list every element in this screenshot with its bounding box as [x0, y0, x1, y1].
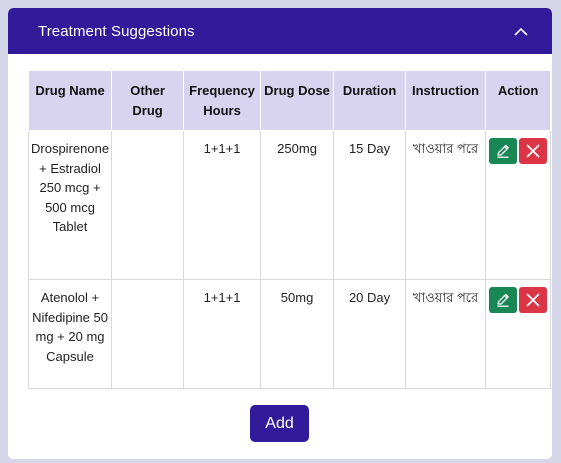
other-drug-cell	[111, 279, 185, 389]
add-button[interactable]: Add	[250, 405, 309, 442]
panel-title: Treatment Suggestions	[38, 22, 195, 40]
table-header-row: Drug Name Other Drug Frequency Hours Dru…	[27, 70, 552, 131]
duration-cell: 20 Day	[333, 279, 407, 389]
delete-button[interactable]	[519, 287, 548, 313]
header-duration: Duration	[333, 70, 407, 131]
dose-cell: 250mg	[260, 130, 335, 280]
instruction-cell: খাওয়ার পরে	[405, 130, 487, 280]
panel-header[interactable]: Treatment Suggestions	[8, 8, 552, 54]
delete-button[interactable]	[519, 138, 548, 164]
header-instruction: Instruction	[405, 70, 487, 131]
instruction-cell: খাওয়ার পরে	[405, 279, 487, 389]
drug-name-cell: Drospirenone + Estradiol 250 mcg + 500 m…	[27, 130, 113, 280]
edit-button[interactable]	[489, 138, 518, 164]
other-drug-cell	[111, 130, 185, 280]
edit-icon	[497, 144, 509, 158]
header-drug-name: Drug Name	[27, 70, 113, 131]
edit-icon	[497, 293, 509, 307]
header-frequency-hours: Frequency Hours	[183, 70, 262, 131]
chevron-up-icon[interactable]	[512, 22, 530, 40]
treatment-table: Drug Name Other Drug Frequency Hours Dru…	[27, 70, 552, 389]
frequency-cell: 1+1+1	[183, 279, 262, 389]
header-other-drug: Other Drug	[111, 70, 185, 131]
table-row: Drospirenone + Estradiol 250 mcg + 500 m…	[27, 130, 552, 280]
treatment-table-wrapper: Drug Name Other Drug Frequency Hours Dru…	[27, 70, 552, 389]
header-action: Action	[485, 70, 552, 131]
header-drug-dose: Drug Dose	[260, 70, 335, 131]
drug-name-cell: Atenolol + Nifedipine 50 mg + 20 mg Caps…	[27, 279, 113, 389]
action-cell	[485, 279, 552, 389]
dose-cell: 50mg	[260, 279, 335, 389]
close-icon	[526, 144, 540, 158]
treatment-suggestions-panel: Treatment Suggestions Drug Name Other Dr…	[8, 8, 552, 459]
close-icon	[526, 293, 540, 307]
edit-button[interactable]	[489, 287, 518, 313]
frequency-cell: 1+1+1	[183, 130, 262, 280]
table-row: Atenolol + Nifedipine 50 mg + 20 mg Caps…	[27, 279, 552, 389]
duration-cell: 15 Day	[333, 130, 407, 280]
action-cell	[485, 130, 552, 280]
